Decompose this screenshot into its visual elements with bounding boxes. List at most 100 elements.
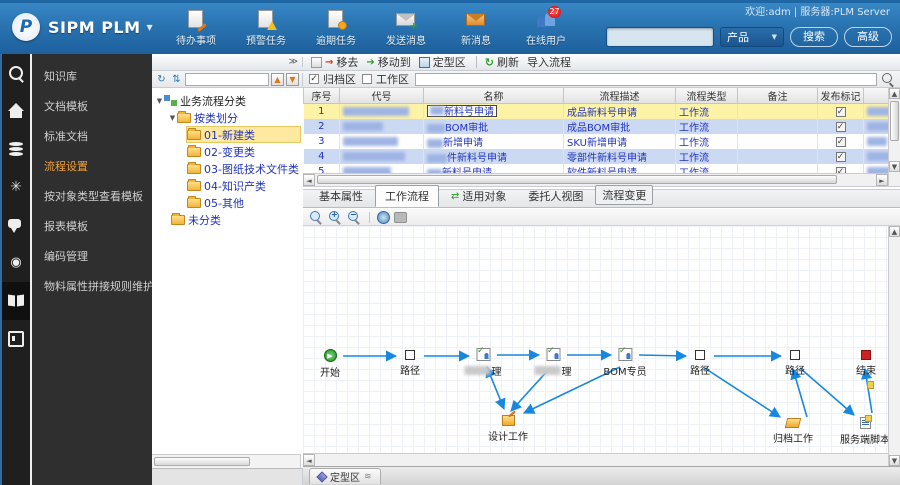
tree-item-01[interactable]: 01-新建类 [186,126,301,143]
col-remark[interactable]: 备注 [737,88,818,104]
search-category-select[interactable]: 产品 ▼ [720,27,784,47]
rail-library-module[interactable] [2,282,30,320]
table-row[interactable]: 2 BOM审批 成品BOM审批 工作流 ✓ [303,119,900,134]
col-type[interactable]: 流程类型 [675,88,738,104]
rail-home-module[interactable] [2,92,30,130]
name-edit-cell[interactable]: 新料号申请 [427,104,497,118]
nav-new-message[interactable]: 新消息 [450,10,502,47]
caret-icon[interactable]: ▼ [168,114,177,122]
node-start[interactable]: ▶ 开始 [320,349,340,379]
menu-item-knowledge-base[interactable]: 知识库 [32,62,152,92]
archive-zone-checkbox[interactable]: ✓ 归档区 [303,71,356,87]
menu-item-standard-docs[interactable]: 标准文档 [32,122,152,152]
published-checkbox[interactable]: ✓ [835,122,846,132]
rail-process-module[interactable]: ✳ [2,168,30,206]
search-input[interactable] [606,27,714,47]
nav-todo[interactable]: 待办事项 [170,10,222,47]
caret-icon[interactable]: ▼ [155,97,164,105]
tree-item-04[interactable]: 04-知识产类 [152,177,301,194]
tree-item-05[interactable]: 05-其他 [152,194,301,211]
zoom-out-icon[interactable]: − [347,210,362,224]
workflow-canvas[interactable]: ▶ 开始 路径 理 理 BOM专员 路径 [303,226,888,453]
scroll-right-icon[interactable]: ► [876,174,888,186]
table-row[interactable]: 3 新增申请 SKU新增申请 工作流 ✓ [303,134,900,149]
table-search-icon[interactable] [880,72,896,86]
tree-expand-icon[interactable]: ⇅ [170,73,183,86]
col-name[interactable]: 名称 [423,88,564,104]
node-task-2[interactable]: 理 [534,346,572,378]
col-code[interactable]: 代号 [339,88,424,104]
nav-overdue-tasks[interactable]: 逾期任务 [310,10,362,47]
node-path-1[interactable]: 路径 [400,350,420,377]
nav-send-message[interactable]: + 发送消息 [380,10,432,47]
search-button[interactable]: 搜索 [790,27,838,47]
tree-item-02[interactable]: 02-变更类 [152,143,301,160]
tree-locate-up-button[interactable]: ▲ [271,72,284,86]
tab-process-change[interactable]: 流程变更 [595,185,654,205]
tree-horizontal-scrollbar[interactable] [152,454,301,468]
scroll-left-icon[interactable]: ◄ [303,454,315,466]
scroll-up-icon[interactable]: ▲ [889,88,900,99]
app-logo[interactable]: P SIPM PLM ▼ [0,13,170,41]
remove-button[interactable]: → 移去 [311,54,358,70]
workspace-checkbox[interactable]: 工作区 [356,71,409,87]
node-design-work[interactable]: 设计工作 [488,415,528,443]
finalize-zone-tab[interactable]: 定型区 ≋ [309,468,381,484]
refresh-button[interactable]: ↻ 刷新 [485,54,519,70]
published-checkbox[interactable]: ✓ [835,107,846,117]
table-filter-input[interactable] [415,72,877,86]
table-vertical-scrollbar[interactable]: ▲ ▼ [888,88,900,186]
tab-workflow[interactable]: 工作流程 [375,185,439,207]
menu-item-report-templates[interactable]: 报表模板 [32,212,152,242]
col-no[interactable]: 序号 [303,88,340,104]
node-end[interactable]: 结束 [856,350,876,377]
node-server-script[interactable]: 服务端脚本 [840,415,888,446]
import-flow-button[interactable]: 导入流程 [527,54,571,70]
node-path-3[interactable]: 路径 [785,350,805,377]
node-bom-specialist[interactable]: BOM专员 [603,346,646,378]
advanced-search-button[interactable]: 高级 [844,27,892,47]
node-path-2[interactable]: 路径 [690,350,710,377]
tab-delegate-view[interactable]: 委托人视图 [518,185,593,207]
tree-item-03[interactable]: 03-图纸技术文件类 [152,160,301,177]
col-published[interactable]: 发布标记 [817,88,864,104]
menu-item-doc-templates[interactable]: 文档模板 [32,92,152,122]
process-icon[interactable] [377,210,390,224]
tree-locate-down-button[interactable]: ▼ [286,72,299,86]
menu-item-code-management[interactable]: 编码管理 [32,242,152,272]
tree-root[interactable]: ▼ 业务流程分类 [152,92,301,109]
menu-item-material-attr-rules[interactable]: 物料属性拼接规则维护 [32,272,152,302]
tab-basic-properties[interactable]: 基本属性 [309,185,373,207]
tab-options-icon[interactable]: ≋ [364,472,372,482]
move-to-button[interactable]: ➔ 移动到 [366,54,410,70]
zoom-fit-icon[interactable] [309,210,324,224]
col-desc[interactable]: 流程描述 [563,88,676,104]
finalize-zone-button[interactable]: 定型区 [418,54,466,70]
sticky-note-icon[interactable] [867,381,874,389]
scroll-down-icon[interactable]: ▼ [889,455,900,466]
node-task-1[interactable]: 理 [464,346,502,378]
rail-search-module[interactable] [2,54,30,92]
menu-item-process-settings[interactable]: 流程设置 [32,152,152,182]
table-row[interactable]: 4 件新料号申请 零部件新料号申请 工作流 ✓ [303,149,900,164]
scroll-up-icon[interactable]: ▲ [889,226,900,237]
rail-broadcast-module[interactable]: ◉ [2,244,30,282]
comment-icon[interactable] [394,211,407,223]
tree-collapse-button[interactable]: ≫ [289,57,298,67]
menu-item-view-templates-by-type[interactable]: 按对象类型查看模板 [32,182,152,212]
rail-message-module[interactable] [2,206,30,244]
zoom-in-icon[interactable]: + [328,210,343,224]
tree-item-unclassified[interactable]: 未分类 [152,211,301,228]
scroll-down-icon[interactable]: ▼ [889,161,900,172]
nav-online-users[interactable]: 27 在线用户 [520,6,572,47]
canvas-vertical-scrollbar[interactable]: ▲ ▼ [888,226,900,466]
canvas-horizontal-scrollbar[interactable]: ◄ [303,453,888,466]
tab-applicable-objects[interactable]: ⇄ 适用对象 [441,185,516,207]
rail-data-module[interactable] [2,130,30,168]
table-row[interactable]: 1 新料号申请 成品新料号申请 工作流 ✓ [303,103,900,119]
tree-refresh-icon[interactable]: ↻ [155,73,168,86]
nav-warning-tasks[interactable]: 预警任务 [240,10,292,47]
published-checkbox[interactable]: ✓ [835,152,846,162]
node-archive-work[interactable]: 归档工作 [773,418,813,445]
chevron-down-icon[interactable]: ▼ [147,23,153,32]
